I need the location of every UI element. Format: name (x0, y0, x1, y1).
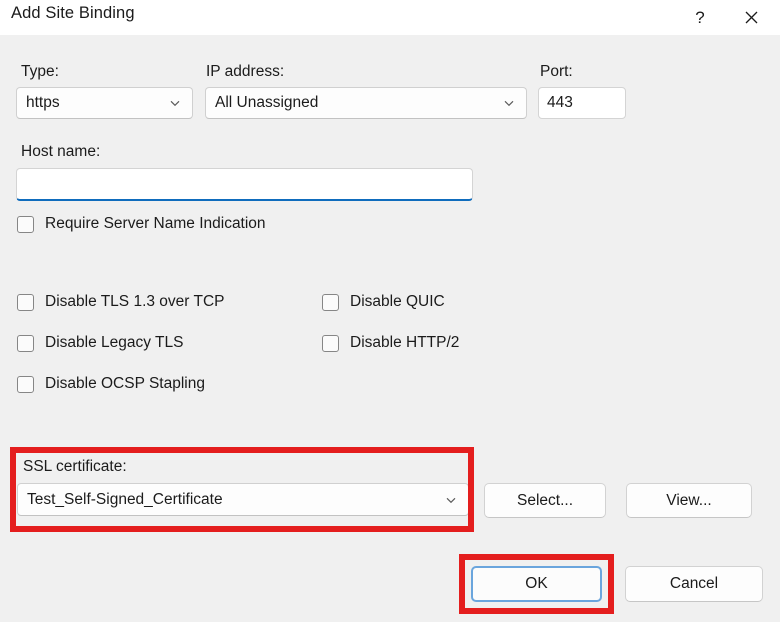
ip-address-value: All Unassigned (215, 94, 319, 111)
checkbox-box (17, 293, 34, 311)
checkbox-box (17, 215, 34, 233)
checkbox-label: Disable HTTP/2 (350, 334, 460, 351)
view-certificate-button[interactable]: View... (626, 483, 752, 518)
checkbox-label: Disable QUIC (350, 293, 445, 310)
disable-ocsp-stapling-checkbox[interactable]: Disable OCSP Stapling (17, 375, 205, 393)
checkbox-label: Disable TLS 1.3 over TCP (45, 293, 225, 310)
ok-button[interactable]: OK (471, 566, 602, 602)
checkbox-box (322, 334, 339, 352)
dialog-title: Add Site Binding (11, 4, 135, 22)
disable-quic-checkbox[interactable]: Disable QUIC (322, 293, 445, 311)
disable-legacy-tls-checkbox[interactable]: Disable Legacy TLS (17, 334, 183, 352)
checkbox-box (17, 375, 34, 393)
select-certificate-button[interactable]: Select... (484, 483, 606, 518)
type-value: https (26, 94, 60, 111)
dialog-title-bar: Add Site Binding ? (0, 0, 780, 35)
port-label: Port: (540, 63, 573, 80)
checkbox-label: Disable Legacy TLS (45, 334, 184, 351)
checkbox-box (322, 293, 339, 311)
disable-http2-checkbox[interactable]: Disable HTTP/2 (322, 334, 459, 352)
question-mark-icon: ? (695, 7, 705, 27)
host-name-label: Host name: (21, 143, 101, 160)
ssl-certificate-label: SSL certificate: (23, 458, 127, 475)
cancel-button[interactable]: Cancel (625, 566, 763, 602)
port-input[interactable]: 443 (538, 87, 626, 119)
checkbox-label: Disable OCSP Stapling (45, 375, 205, 392)
ssl-certificate-combobox[interactable]: Test_Self-Signed_Certificate (17, 483, 469, 516)
require-sni-checkbox[interactable]: Require Server Name Indication (17, 215, 266, 233)
close-x-icon (745, 11, 757, 24)
ip-address-label: IP address: (206, 63, 285, 80)
checkbox-box (17, 334, 34, 352)
dialog-body: Type: https IP address: All Unassigned P… (0, 35, 780, 622)
disable-tls13-over-tcp-checkbox[interactable]: Disable TLS 1.3 over TCP (17, 293, 224, 311)
host-name-input[interactable] (16, 168, 473, 201)
chevron-down-icon (170, 100, 180, 107)
ssl-certificate-value: Test_Self-Signed_Certificate (27, 490, 223, 508)
chevron-down-icon (446, 497, 456, 503)
close-button[interactable] (728, 0, 774, 35)
help-button[interactable]: ? (677, 0, 723, 35)
chevron-down-icon (504, 100, 514, 107)
ip-address-combobox[interactable]: All Unassigned (205, 87, 527, 119)
require-sni-label: Require Server Name Indication (45, 215, 266, 232)
type-label: Type: (21, 63, 59, 80)
type-combobox[interactable]: https (16, 87, 193, 119)
